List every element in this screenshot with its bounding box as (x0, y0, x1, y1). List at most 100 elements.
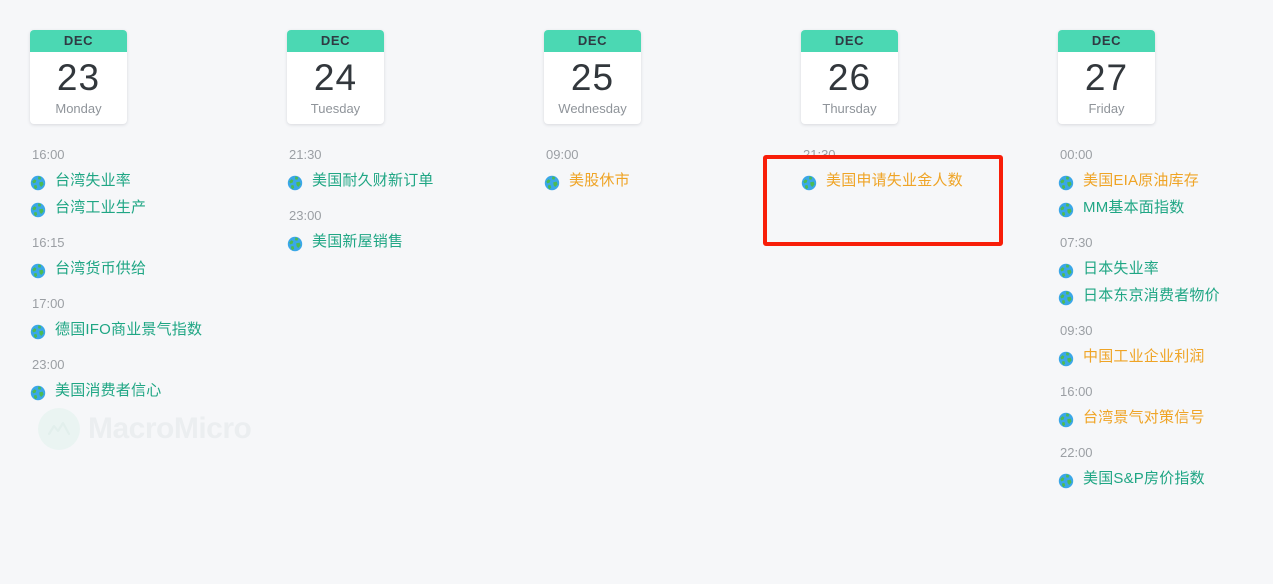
event-name[interactable]: 美国申请失业金人数 (826, 167, 963, 194)
event-list: 00:00 美国EIA原油库存 MM基本面指数 07:30 日本失业率 日本东京消费者物价… (1058, 146, 1273, 492)
event-row[interactable]: 美国耐久财新订单 (287, 167, 534, 194)
event-list: 16:00 台湾失业率 台湾工业生产 16:15 台湾货币供给 17:00 德国IFO商业景… (30, 146, 287, 404)
event-row[interactable]: 美国新屋销售 (287, 228, 534, 255)
date-month-label: DEC (1058, 30, 1155, 52)
date-card[interactable]: DEC 27 Friday (1058, 30, 1155, 124)
date-card[interactable]: DEC 25 Wednesday (544, 30, 641, 124)
date-card-body: 24 Tuesday (287, 52, 384, 124)
date-month-label: DEC (30, 30, 127, 52)
date-month-label: DEC (801, 30, 898, 52)
event-name[interactable]: 台湾失业率 (55, 167, 131, 194)
time-group: 22:00 美国S&P房价指数 (1058, 444, 1273, 492)
time-group: 07:30 日本失业率 日本东京消费者物价 (1058, 234, 1273, 309)
event-name[interactable]: 台湾景气对策信号 (1083, 404, 1205, 431)
date-weekday-label: Tuesday (310, 101, 361, 116)
time-group: 16:00 台湾失业率 台湾工业生产 (30, 146, 277, 221)
event-row[interactable]: 美国申请失业金人数 (801, 167, 1048, 194)
date-weekday-label: Wednesday (558, 101, 627, 116)
globe-icon (801, 173, 817, 190)
time-group: 16:15 台湾货币供给 (30, 234, 277, 282)
day-column: DEC 26 Thursday 21:30 美国申请失业金人数 (801, 30, 1058, 505)
day-column: DEC 24 Tuesday 21:30 美国耐久财新订单 23:00 美国新屋销售 (287, 30, 544, 505)
event-name[interactable]: 美国S&P房价指数 (1083, 465, 1205, 492)
event-name[interactable]: 美国新屋销售 (312, 228, 403, 255)
event-time-label: 09:30 (1060, 323, 1093, 338)
globe-icon (1058, 288, 1074, 305)
event-row[interactable]: 台湾失业率 (30, 167, 277, 194)
event-time-label: 07:30 (1060, 235, 1093, 250)
event-name[interactable]: 台湾工业生产 (55, 194, 146, 221)
globe-icon (1058, 410, 1074, 427)
date-day-number: 23 (56, 57, 101, 98)
event-name[interactable]: 美国EIA原油库存 (1083, 167, 1199, 194)
event-row[interactable]: 台湾货币供给 (30, 255, 277, 282)
event-time-label: 00:00 (1060, 147, 1093, 162)
date-day-number: 27 (1084, 57, 1129, 98)
date-month-label: DEC (544, 30, 641, 52)
date-month-label: DEC (287, 30, 384, 52)
event-time-label: 23:00 (32, 357, 65, 372)
event-name[interactable]: 日本东京消费者物价 (1083, 282, 1220, 309)
globe-icon (30, 322, 46, 339)
date-weekday-label: Friday (1088, 101, 1125, 116)
event-name[interactable]: 台湾货币供给 (55, 255, 146, 282)
event-time-label: 16:00 (1060, 384, 1093, 399)
event-name[interactable]: 日本失业率 (1083, 255, 1159, 282)
event-name[interactable]: 美国耐久财新订单 (312, 167, 434, 194)
time-group: 23:00 美国消费者信心 (30, 356, 277, 404)
time-group: 17:00 德国IFO商业景气指数 (30, 295, 277, 343)
event-row[interactable]: MM基本面指数 (1058, 194, 1273, 221)
event-row[interactable]: 德国IFO商业景气指数 (30, 316, 277, 343)
globe-icon (30, 173, 46, 190)
date-weekday-label: Monday (55, 101, 102, 116)
time-group: 09:30 中国工业企业利润 (1058, 322, 1273, 370)
globe-icon (1058, 200, 1074, 217)
event-row[interactable]: 美国EIA原油库存 (1058, 167, 1273, 194)
event-time-label: 22:00 (1060, 445, 1093, 460)
economic-calendar: DEC 23 Monday 16:00 台湾失业率 台湾工业生产 16:15 台湾货币供给 17… (0, 0, 1273, 584)
event-name[interactable]: MM基本面指数 (1083, 194, 1184, 221)
event-time-label: 17:00 (32, 296, 65, 311)
event-time-label: 09:00 (546, 147, 579, 162)
date-card-body: 23 Monday (30, 52, 127, 124)
event-list: 21:30 美国申请失业金人数 (801, 146, 1058, 194)
event-row[interactable]: 中国工业企业利润 (1058, 343, 1273, 370)
event-time-label: 21:30 (803, 147, 836, 162)
date-day-number: 26 (827, 57, 872, 98)
day-column: DEC 25 Wednesday 09:00 美股休市 (544, 30, 801, 505)
event-name[interactable]: 美股休市 (569, 167, 630, 194)
globe-icon (287, 234, 303, 251)
globe-icon (287, 173, 303, 190)
event-name[interactable]: 中国工业企业利润 (1083, 343, 1205, 370)
event-time-label: 16:00 (32, 147, 65, 162)
date-card[interactable]: DEC 23 Monday (30, 30, 127, 124)
event-row[interactable]: 台湾工业生产 (30, 194, 277, 221)
date-day-number: 25 (570, 57, 615, 98)
date-card-body: 26 Thursday (801, 52, 898, 124)
event-row[interactable]: 台湾景气对策信号 (1058, 404, 1273, 431)
event-time-label: 16:15 (32, 235, 65, 250)
event-row[interactable]: 美国消费者信心 (30, 377, 277, 404)
date-card-body: 25 Wednesday (544, 52, 641, 124)
globe-icon (30, 383, 46, 400)
event-name[interactable]: 德国IFO商业景气指数 (55, 316, 202, 343)
time-group: 00:00 美国EIA原油库存 MM基本面指数 (1058, 146, 1273, 221)
event-row[interactable]: 美股休市 (544, 167, 791, 194)
date-day-number: 24 (313, 57, 358, 98)
date-card[interactable]: DEC 26 Thursday (801, 30, 898, 124)
mountain-wave-icon (38, 408, 80, 450)
globe-icon (544, 173, 560, 190)
event-name[interactable]: 美国消费者信心 (55, 377, 161, 404)
date-weekday-label: Thursday (822, 101, 877, 116)
globe-icon (30, 200, 46, 217)
date-card[interactable]: DEC 24 Tuesday (287, 30, 384, 124)
time-group: 21:30 美国申请失业金人数 (801, 146, 1048, 194)
watermark-brand: MacroMicro (88, 412, 252, 445)
time-group: 21:30 美国耐久财新订单 (287, 146, 534, 194)
event-list: 09:00 美股休市 (544, 146, 801, 194)
event-row[interactable]: 美国S&P房价指数 (1058, 465, 1273, 492)
time-group: 23:00 美国新屋销售 (287, 207, 534, 255)
event-row[interactable]: 日本失业率 (1058, 255, 1273, 282)
event-row[interactable]: 日本东京消费者物价 (1058, 282, 1273, 309)
globe-icon (1058, 471, 1074, 488)
